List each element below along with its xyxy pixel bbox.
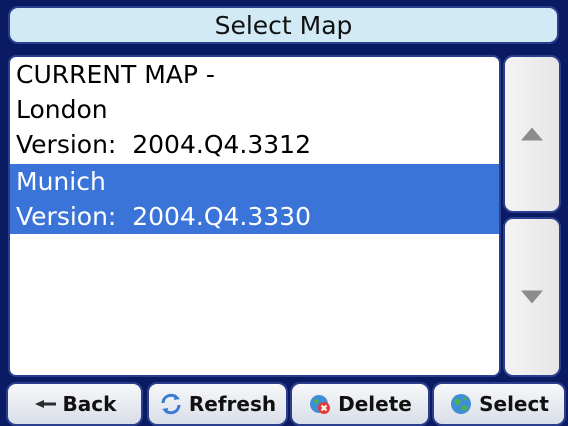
back-button[interactable]: Back xyxy=(6,382,143,426)
bottom-toolbar: Back Refresh Delete Select xyxy=(0,382,568,426)
map-list-item-current[interactable]: CURRENT MAP - London Version: 2004.Q4.33… xyxy=(10,57,499,162)
scroll-up-button[interactable] xyxy=(503,55,561,213)
refresh-icon xyxy=(161,393,181,415)
map-item-line: Munich xyxy=(16,167,106,196)
delete-button-label: Delete xyxy=(338,392,412,416)
select-button[interactable]: Select xyxy=(432,382,566,426)
map-item-line: CURRENT MAP - xyxy=(16,60,215,89)
page-title: Select Map xyxy=(214,10,353,40)
map-item-line: Version: 2004.Q4.3330 xyxy=(16,202,311,231)
map-list[interactable]: CURRENT MAP - London Version: 2004.Q4.33… xyxy=(8,55,501,377)
title-bar: Select Map xyxy=(8,6,559,44)
map-item-line: London xyxy=(16,95,108,124)
delete-button[interactable]: Delete xyxy=(290,382,430,426)
map-list-item-selected[interactable]: Munich Version: 2004.Q4.3330 xyxy=(10,164,499,234)
back-arrow-icon xyxy=(34,400,56,408)
back-button-label: Back xyxy=(62,392,117,416)
triangle-down-icon xyxy=(521,290,543,304)
map-item-line: Version: 2004.Q4.3312 xyxy=(16,130,311,159)
select-button-label: Select xyxy=(479,392,549,416)
scroll-down-button[interactable] xyxy=(503,217,561,377)
globe-icon xyxy=(451,394,472,414)
refresh-button-label: Refresh xyxy=(188,392,277,416)
triangle-up-icon xyxy=(521,127,543,141)
refresh-button[interactable]: Refresh xyxy=(147,382,288,426)
delete-globe-icon xyxy=(310,395,331,414)
map-selection-screen: Select Map CURRENT MAP - London Version:… xyxy=(0,0,568,426)
